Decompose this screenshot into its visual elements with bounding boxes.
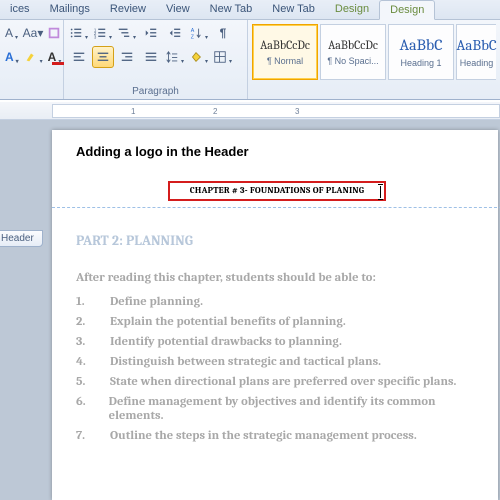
svg-text:Z: Z <box>191 34 195 40</box>
change-case-button[interactable]: Aa▾ <box>22 22 44 44</box>
bullets-button[interactable] <box>68 22 90 44</box>
numbering-button[interactable]: 123 <box>92 22 114 44</box>
list-item: 1.Define planning. <box>76 295 478 309</box>
text-cursor-icon <box>380 186 381 198</box>
ribbon-tabs: ices Mailings Review View New Tab New Ta… <box>0 0 500 20</box>
list-item: 5.State when directional plans are prefe… <box>76 375 478 389</box>
group-font: A Aa▾ A A <box>0 20 64 99</box>
tab-references[interactable]: ices <box>0 0 40 19</box>
align-right-button[interactable] <box>116 46 138 68</box>
tab-view[interactable]: View <box>156 0 200 19</box>
intro-text: After reading this chapter, students sho… <box>76 271 478 285</box>
header-highlight[interactable]: CHAPTER # 3- FOUNDATIONS OF PLANING <box>168 181 386 201</box>
svg-text:3: 3 <box>94 34 97 39</box>
show-marks-button[interactable]: ¶ <box>212 22 234 44</box>
increase-indent-button[interactable] <box>164 22 186 44</box>
ribbon: A Aa▾ A A 123 AZ ¶ <box>0 20 500 100</box>
tab-newtab-2[interactable]: New Tab <box>262 0 325 19</box>
multilevel-button[interactable] <box>116 22 138 44</box>
header-boundary-line <box>52 207 500 208</box>
tab-review[interactable]: Review <box>100 0 156 19</box>
clear-format-button[interactable] <box>46 22 62 44</box>
svg-text:A: A <box>191 28 195 34</box>
font-color-button[interactable]: A <box>47 46 64 68</box>
style-heading2[interactable]: AaBbC Heading <box>456 24 496 80</box>
borders-button[interactable] <box>212 46 234 68</box>
style-heading1[interactable]: AaBbC Heading 1 <box>388 24 454 80</box>
group-paragraph-label: Paragraph <box>68 85 243 99</box>
list-item: 6.Define management by objectives and id… <box>76 395 478 423</box>
style-normal[interactable]: AaBbCcDc ¶ Normal <box>252 24 318 80</box>
font-size-grow-button[interactable]: A <box>4 22 20 44</box>
tab-design-1[interactable]: Design <box>325 0 379 19</box>
justify-button[interactable] <box>140 46 162 68</box>
tab-mailings[interactable]: Mailings <box>40 0 100 19</box>
list-item: 7.Outline the steps in the strategic man… <box>76 429 478 443</box>
group-font-label <box>4 96 59 99</box>
tab-newtab-1[interactable]: New Tab <box>200 0 263 19</box>
part-title: PART 2: PLANNING <box>76 232 478 249</box>
shading-button[interactable] <box>188 46 210 68</box>
align-center-button[interactable] <box>92 46 114 68</box>
style-nospacing[interactable]: AaBbCcDc ¶ No Spaci... <box>320 24 386 80</box>
group-paragraph: 123 AZ ¶ Paragraph <box>64 20 248 99</box>
document-body: PART 2: PLANNING After reading this chap… <box>76 232 478 443</box>
decrease-indent-button[interactable] <box>140 22 162 44</box>
page[interactable]: Adding a logo in the Header CHAPTER # 3-… <box>52 130 498 500</box>
tutorial-title: Adding a logo in the Header <box>76 144 478 159</box>
ruler[interactable]: 1 2 3 <box>0 102 500 120</box>
list-item: 2.Explain the potential benefits of plan… <box>76 315 478 329</box>
list-item: 4.Distinguish between strategic and tact… <box>76 355 478 369</box>
tab-design-2[interactable]: Design <box>379 0 435 20</box>
text-effects-button[interactable]: A <box>4 46 21 68</box>
line-spacing-button[interactable] <box>164 46 186 68</box>
header-text: CHAPTER # 3- FOUNDATIONS OF PLANING <box>190 186 364 196</box>
workspace: Adding a logo in the Header CHAPTER # 3-… <box>0 120 500 500</box>
group-styles: AaBbCcDc ¶ Normal AaBbCcDc ¶ No Spaci...… <box>248 20 500 99</box>
highlight-button[interactable] <box>23 46 45 68</box>
header-tag[interactable]: Header <box>0 230 43 247</box>
list-item: 3.Identify potential drawbacks to planni… <box>76 335 478 349</box>
sort-button[interactable]: AZ <box>188 22 210 44</box>
align-left-button[interactable] <box>68 46 90 68</box>
